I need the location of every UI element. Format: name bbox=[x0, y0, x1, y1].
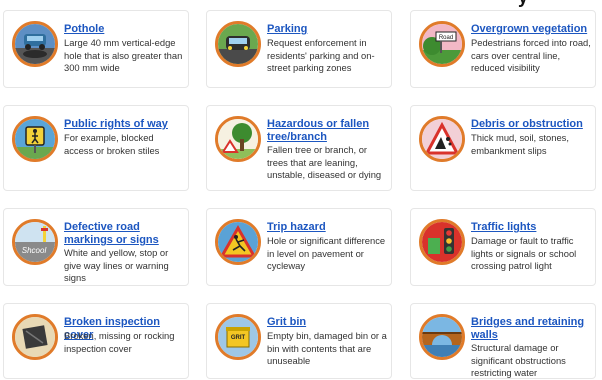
pothole-icon bbox=[12, 21, 58, 67]
grit-bin-icon: GRIT bbox=[215, 314, 261, 360]
card-description: Structural damage or significant obstruc… bbox=[471, 342, 566, 378]
bridge-icon bbox=[419, 314, 465, 360]
inspection-cover-icon bbox=[12, 314, 58, 360]
previous-section-fragment: y bbox=[0, 0, 602, 9]
card-title[interactable]: Pothole bbox=[64, 23, 184, 36]
card-title[interactable]: Grit bin bbox=[267, 316, 387, 329]
road-sign-text: Road bbox=[439, 35, 453, 41]
card-title[interactable]: Debris or obstruction bbox=[471, 118, 591, 131]
card-title[interactable]: Public rights of way bbox=[64, 118, 184, 131]
traffic-light-icon bbox=[419, 219, 465, 265]
card-description: Empty bin, damaged bin or a bin with con… bbox=[267, 330, 387, 366]
card-title[interactable]: Traffic lights bbox=[471, 221, 591, 234]
card-broken-inspection-cover[interactable]: Broken inspection cover Broken, missing … bbox=[3, 303, 189, 379]
card-title[interactable]: Overgrown vegetation bbox=[471, 23, 591, 36]
card-description: Request enforcement in residents' parkin… bbox=[267, 37, 375, 73]
card-description: Pedestrians forced into road, cars over … bbox=[471, 37, 591, 73]
card-overgrown-vegetation[interactable]: Road Overgrown vegetation Pedestrians fo… bbox=[410, 10, 596, 88]
card-title[interactable]: Bridges and retaining walls bbox=[471, 316, 591, 342]
card-title[interactable]: Trip hazard bbox=[267, 221, 387, 234]
card-hazardous-tree[interactable]: Hazardous or fallen tree/branch Fallen t… bbox=[206, 105, 392, 191]
card-description: Thick mud, soil, stones, embankment slip… bbox=[471, 132, 569, 156]
card-description: Large 40 mm vertical-edge hole that is a… bbox=[64, 37, 183, 73]
card-description: White and yellow, stop or give way lines… bbox=[64, 247, 169, 283]
card-pothole[interactable]: Pothole Large 40 mm vertical-edge hole t… bbox=[3, 10, 189, 88]
trip-hazard-icon bbox=[215, 219, 261, 265]
card-trip-hazard[interactable]: Trip hazard Hole or significant differen… bbox=[206, 208, 392, 286]
card-description: For example, blocked access or broken st… bbox=[64, 132, 160, 156]
card-title[interactable]: Hazardous or fallen tree/branch bbox=[267, 118, 387, 144]
card-parking[interactable]: Parking Request enforcement in residents… bbox=[206, 10, 392, 88]
tree-icon bbox=[215, 116, 261, 162]
card-public-rights-of-way[interactable]: Public rights of way For example, blocke… bbox=[3, 105, 189, 191]
pedestrian-sign-icon bbox=[12, 116, 58, 162]
previous-section-text: y bbox=[518, 0, 528, 8]
card-description: Fallen tree or branch, or trees that are… bbox=[267, 144, 382, 180]
card-description: Hole or significant difference in level … bbox=[267, 235, 386, 271]
card-bridges-retaining-walls[interactable]: Bridges and retaining walls Structural d… bbox=[410, 303, 596, 379]
card-debris-obstruction[interactable]: Debris or obstruction Thick mud, soil, s… bbox=[410, 105, 596, 191]
school-road-marking-icon: Shcool bbox=[12, 219, 58, 265]
card-traffic-lights[interactable]: Traffic lights Damage or fault to traffi… bbox=[410, 208, 596, 286]
card-description: Damage or fault to traffic lights or sig… bbox=[471, 235, 577, 271]
card-title[interactable]: Defective road markings or signs bbox=[64, 221, 184, 247]
vegetation-icon: Road bbox=[419, 21, 465, 67]
card-defective-road-markings[interactable]: Shcool Defective road markings or signs … bbox=[3, 208, 189, 286]
card-grit-bin[interactable]: GRIT Grit bin Empty bin, damaged bin or … bbox=[206, 303, 392, 379]
car-icon bbox=[215, 21, 261, 67]
road-marking-text: Shcool bbox=[22, 246, 47, 255]
falling-rocks-icon bbox=[419, 116, 465, 162]
card-description: Broken, missing or rocking inspection co… bbox=[64, 330, 175, 354]
grit-bin-label: GRIT bbox=[231, 335, 246, 341]
card-title[interactable]: Parking bbox=[267, 23, 387, 36]
